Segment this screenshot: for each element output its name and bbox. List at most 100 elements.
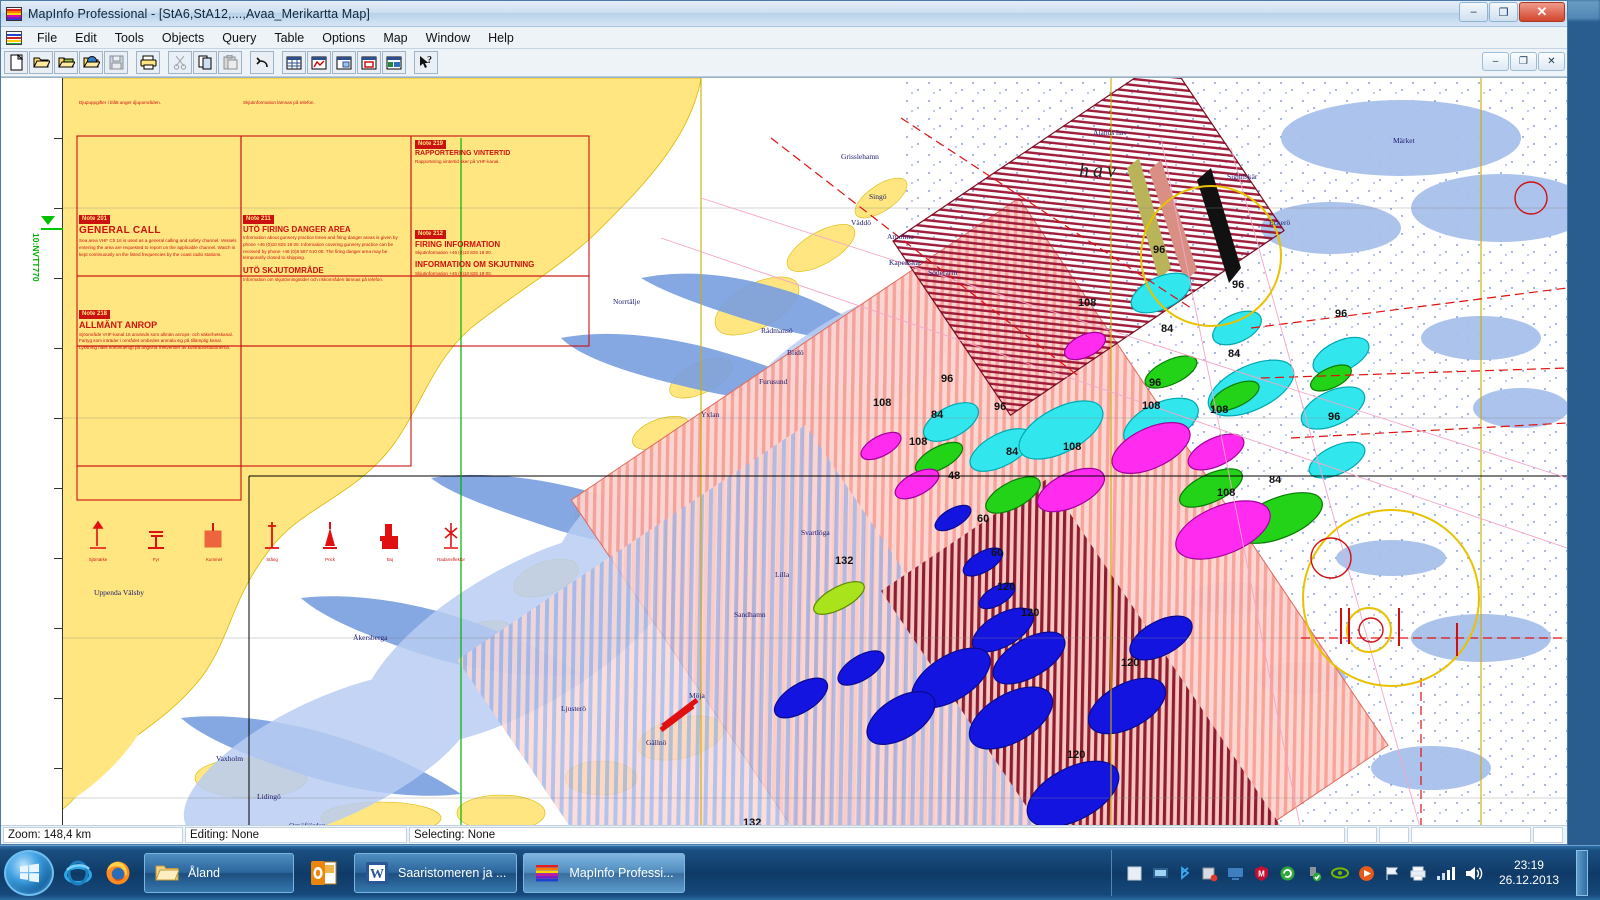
taskbar-label: MapInfo Professi... [569,866,674,880]
depth-zone-label: 132 [835,555,854,567]
taskbar-clock[interactable]: 23:19 26.12.2013 [1493,858,1567,888]
svg-text:M: M [1258,869,1265,878]
volume-speaker-icon[interactable] [1464,865,1484,882]
start-orb-icon[interactable] [4,850,54,896]
monitor-blank-icon[interactable] [1126,865,1143,882]
depth-zone-label: 84 [1006,446,1019,458]
depth-zone-label: 60 [977,513,990,525]
network-monitor-icon[interactable] [1152,865,1169,882]
taskbar-button-word[interactable]: W Saaristomeren ja ... [354,853,518,893]
window-titlebar: MapInfo Professional - [StA6,StA12,...,A… [1,1,1567,27]
help-button[interactable]: ? [414,51,438,74]
svg-text:?: ? [427,55,432,66]
flag-action-center-icon[interactable] [1384,865,1401,882]
status-slot-4[interactable] [1533,827,1563,843]
menu-table[interactable]: Table [265,29,313,47]
menu-options[interactable]: Options [313,29,374,47]
depth-zone-label: 96 [1232,279,1245,291]
mdi-restore-button[interactable]: ❐ [1510,52,1537,71]
status-slot-3[interactable] [1411,827,1531,843]
clock-time: 23:19 [1513,858,1544,872]
taskbar-button-outlook[interactable] [300,853,348,893]
new-browser-button[interactable] [282,51,306,74]
quick-launch-bar [60,859,144,887]
bluetooth-icon[interactable] [1178,865,1192,882]
taskbar-label: Åland [188,866,220,880]
undo-button[interactable] [250,51,274,74]
svg-text:W: W [370,867,384,882]
depth-zone-label: 108 [909,436,928,448]
usb-safe-remove-icon[interactable] [1305,865,1322,882]
menu-query[interactable]: Query [213,29,265,47]
open-workspace-button[interactable] [79,51,103,74]
map-document-window: – ❐ ✕ 10:NVTT770 Note 201 GENERAL CALL S… [1,52,1567,844]
depth-zone-label: 96 [941,373,954,385]
depth-zone-label: 108 [1063,441,1082,453]
taskbar-button-mapinfo[interactable]: MapInfo Professi... [523,853,685,893]
mapinfo-logo-icon [536,865,559,882]
menu-file[interactable]: File [28,29,66,47]
menu-objects[interactable]: Objects [153,29,213,47]
new-table-button[interactable] [4,51,28,74]
signal-bars-icon[interactable] [1436,865,1455,881]
copy-button[interactable] [193,51,217,74]
new-graph-button[interactable] [357,51,381,74]
restore-button[interactable]: ❐ [1489,2,1518,22]
status-slot-2[interactable] [1379,827,1409,843]
depth-zone-label: 96 [1153,244,1166,256]
depth-zone-label: 84 [1269,474,1282,486]
mdi-close-button[interactable]: ✕ [1538,52,1565,71]
status-zoom[interactable]: Zoom: 148,4 km [3,827,183,843]
mdi-document-icon[interactable] [6,30,22,45]
status-editing[interactable]: Editing: None [185,827,407,843]
save-table-button[interactable] [104,51,128,74]
window-title: MapInfo Professional - [StA6,StA12,...,A… [28,6,370,21]
nvidia-eye-icon[interactable] [1330,866,1349,880]
depth-zone-label: 84 [1161,323,1174,335]
display-icon[interactable] [1227,865,1244,882]
show-desktop-button[interactable] [1576,850,1588,896]
depth-zone-label: 108 [1142,400,1161,412]
removable-media-icon[interactable] [1201,865,1218,882]
menu-edit[interactable]: Edit [66,29,106,47]
sync-refresh-icon[interactable] [1279,865,1296,882]
mapinfo-logo-icon [6,6,22,21]
standard-toolbar: ? [1,49,1567,77]
mapinfo-application-window: MapInfo Professional - [StA6,StA12,...,A… [0,0,1568,845]
depth-zone-label: 120 [1021,607,1040,619]
media-player-icon[interactable] [1358,865,1375,882]
printer-tray-icon[interactable] [1410,865,1427,882]
depth-zone-label: 96 [994,401,1007,413]
status-slot-1[interactable] [1347,827,1377,843]
new-redistricter-button[interactable] [382,51,406,74]
status-selecting[interactable]: Selecting: None [409,827,1345,843]
menu-tools[interactable]: Tools [106,29,153,47]
depth-zone-label: 120 [1067,749,1086,761]
depth-zone-label-layer: 96 96 96 84 84 96 96 108 108 108 96 96 84 84 108 108 108… [1,78,1567,825]
open-table-button[interactable] [54,51,78,74]
new-layout-button[interactable] [332,51,356,74]
depth-zone-label: 120 [1121,657,1140,669]
depth-zone-label: 108 [1078,297,1097,309]
depth-zone-label: 132 [743,817,762,825]
new-mapper-button[interactable] [307,51,331,74]
mdi-minimize-button[interactable]: – [1482,52,1509,71]
vertical-ruler[interactable]: 10:NVTT770 [1,78,63,825]
cut-button[interactable] [168,51,192,74]
print-button[interactable] [136,51,160,74]
paste-button[interactable] [218,51,242,74]
close-button[interactable]: ✕ [1519,2,1565,22]
word-icon: W [366,862,388,884]
depth-zone-label: 84 [931,409,944,421]
firefox-icon[interactable] [104,859,132,887]
open-button[interactable] [29,51,53,74]
internet-explorer-icon[interactable] [64,859,92,887]
menu-map[interactable]: Map [374,29,416,47]
depth-zone-label: 96 [1335,308,1348,320]
menu-help[interactable]: Help [479,29,523,47]
taskbar-button-aland[interactable]: Åland [144,853,294,893]
menu-window[interactable]: Window [417,29,479,47]
map-canvas[interactable]: 10:NVTT770 Note 201 GENERAL CALL Sea are… [1,78,1567,825]
minimize-button[interactable]: – [1459,2,1488,22]
mcafee-shield-icon[interactable]: M [1253,865,1270,882]
